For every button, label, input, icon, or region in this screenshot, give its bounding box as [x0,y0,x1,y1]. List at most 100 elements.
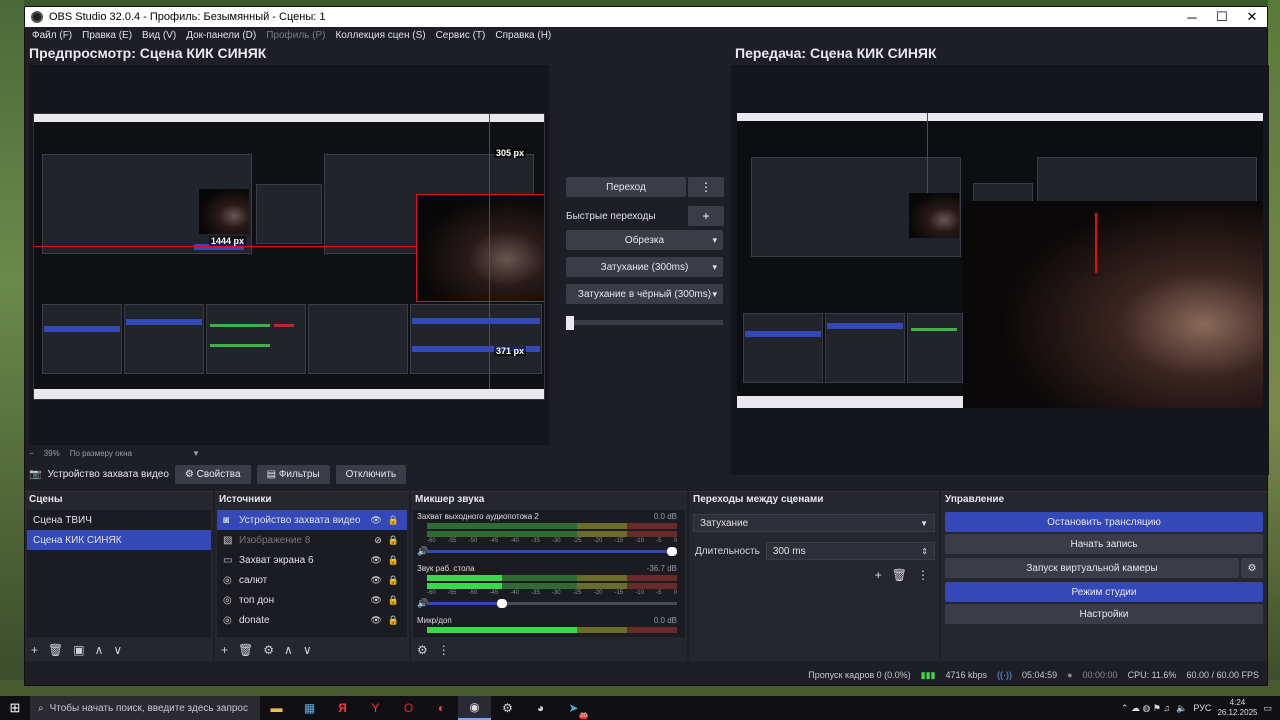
add-transition-icon[interactable]: + [875,568,882,582]
mixer-menu-icon[interactable]: ⋮ [438,643,450,657]
transition-button[interactable]: Переход [566,177,686,197]
menu-edit[interactable]: Правка (E) [77,30,137,41]
menu-file[interactable]: Файл (F) [27,30,77,41]
program-canvas [731,65,1269,475]
source-item[interactable]: ◎ топ дон 👁 🔒 [217,590,407,610]
source-item[interactable]: ◎ donate 👁 🔒 [217,610,407,630]
add-source-icon[interactable]: + [221,643,228,657]
notifications-icon[interactable]: ▭ [1263,703,1272,714]
discord-icon[interactable]: ◕ [524,696,557,720]
telegram-icon[interactable]: ➤ 20 [557,696,590,720]
remove-scene-icon[interactable]: 🗑 [48,643,63,657]
volume-slider[interactable] [427,599,677,608]
scene-filters-icon[interactable]: ▣ [73,643,84,657]
lock-icon[interactable]: 🔒 [388,595,399,606]
transition-menu-icon[interactable]: ⋮ [917,568,929,582]
deactivate-button[interactable]: Отключить [335,464,407,484]
close-button[interactable]: ✕ [1237,9,1267,25]
scene-item-kick[interactable]: Сцена КИК СИНЯК [27,530,211,550]
properties-button[interactable]: ⚙ Свойства [174,464,251,484]
meter-tick: -10 [635,590,644,596]
search-icon: ⌕ [38,702,44,714]
opera-gx-icon[interactable]: ◐ [425,696,458,720]
volume-slider-handle[interactable] [497,599,507,608]
transition-more-icon[interactable]: ⋮ [688,177,724,197]
speaker-tray-icon[interactable]: 🔈 [1176,703,1187,714]
minimize-button[interactable]: ─ [1177,10,1207,25]
spinner-icon[interactable]: ⇕ [921,547,928,556]
move-down-icon[interactable]: ∨ [113,643,122,657]
quick-transition-fade[interactable]: Затухание (300ms) ▾ [566,257,723,277]
menu-scene-collection[interactable]: Коллекция сцен (S) [330,30,430,41]
source-item[interactable]: ◙ Устройство захвата видео 👁 🔒 [217,510,407,530]
quick-transition-cut[interactable]: Обрезка ▾ [566,230,723,250]
volume-meter [427,627,677,633]
virtual-camera-button[interactable]: Запуск виртуальной камеры [945,558,1239,578]
start-button[interactable]: ⊞ [0,696,30,720]
remove-source-icon[interactable]: 🗑 [238,643,253,657]
lock-icon[interactable]: 🔒 [388,535,399,546]
maximize-button[interactable]: ☐ [1207,9,1237,25]
yandex-browser-icon[interactable]: Y [359,696,392,720]
lock-icon[interactable]: 🔒 [388,555,399,566]
obs-taskbar-icon[interactable]: ◉ [458,696,491,720]
quick-transition-fade-to-black[interactable]: Затухание в чёрный (300ms) ▾ [566,284,723,304]
t-bar-handle[interactable] [566,316,574,330]
file-explorer-icon[interactable]: ▬ [260,696,293,720]
eye-icon[interactable]: 👁 [370,575,381,586]
eye-icon[interactable]: 👁 [370,555,381,566]
meter-level [427,575,502,581]
settings-icon[interactable]: ⚙ [491,696,524,720]
lock-icon[interactable]: 🔒 [388,575,399,586]
filters-button[interactable]: ▤ Фильтры [256,464,330,484]
add-quick-transition-button[interactable]: + [688,206,724,226]
t-bar-slider[interactable] [566,316,723,330]
transition-select[interactable]: Затухание ▼ [693,514,935,532]
preview-canvas[interactable]: 305 px 1444 px 371 px [29,65,549,445]
remove-transition-icon[interactable]: 🗑 [892,568,907,582]
eye-icon[interactable]: 👁 [370,515,381,526]
zoom-out-button[interactable]: − [29,449,34,458]
menu-bar: Файл (F) Правка (E) Вид (V) Док-панели (… [25,27,1267,44]
lock-icon[interactable]: 🔒 [388,515,399,526]
studio-mode-button[interactable]: Режим студии [945,582,1263,602]
source-item[interactable]: ▭ Захват экрана 6 👁 🔒 [217,550,407,570]
mixer-settings-icon[interactable]: ⚙ [417,643,428,657]
volume-slider-handle[interactable] [667,547,677,556]
yandex-icon[interactable]: Я [326,696,359,720]
menu-help[interactable]: Справка (H) [490,30,556,41]
add-scene-icon[interactable]: + [31,643,38,657]
zoom-dropdown-icon[interactable]: ▼ [192,449,200,458]
store-icon[interactable]: ▦ [293,696,326,720]
globe-icon: ◎ [223,614,232,626]
meter-ticks: -60 -55 -50 -45 -40 -35 -30 -25 -20 -15 -10 -5 0 [427,590,677,596]
duration-input[interactable]: 300 ms ⇕ [765,542,935,560]
start-record-button[interactable]: Начать запись [945,534,1263,554]
eye-off-icon[interactable]: ⊘ [374,535,382,546]
virtual-camera-settings-icon[interactable]: ⚙ [1241,558,1263,578]
menu-view[interactable]: Вид (V) [137,30,181,41]
clock[interactable]: 4:24 26.12.2025 [1217,698,1257,718]
source-item[interactable]: ▨ Изображение 8 ⊘ 🔒 [217,530,407,550]
scene-transitions-dock: Переходы между сценами Затухание ▼ Длител… [689,491,939,661]
move-up-icon[interactable]: ∧ [95,643,104,657]
taskbar-search[interactable]: ⌕ Чтобы начать поиск, введите здесь запр… [30,696,260,720]
opera-icon[interactable]: O [392,696,425,720]
preview-zoom-bar: − 39% По размеру окна ▼ [29,447,549,459]
stop-stream-button[interactable]: Остановить трансляцию [945,512,1263,532]
lock-icon[interactable]: 🔒 [388,615,399,626]
volume-slider[interactable] [427,547,677,556]
menu-docks[interactable]: Док-панели (D) [181,30,261,41]
scene-item-twitch[interactable]: Сцена ТВИЧ [27,510,211,530]
tray-icons[interactable]: ⌃ ☁ ◍ ⚑ ♫ [1121,703,1170,714]
eye-icon[interactable]: 👁 [370,615,381,626]
source-item[interactable]: ◎ салют 👁 🔒 [217,570,407,590]
menu-tools[interactable]: Сервис (T) [431,30,491,41]
move-up-icon[interactable]: ∧ [284,643,293,657]
settings-button[interactable]: Настройки [945,604,1263,624]
move-down-icon[interactable]: ∨ [303,643,312,657]
zoom-mode-select[interactable]: По размеру окна [70,449,132,458]
eye-icon[interactable]: 👁 [370,595,381,606]
source-settings-icon[interactable]: ⚙ [263,643,274,657]
language-indicator[interactable]: РУС [1193,703,1211,713]
